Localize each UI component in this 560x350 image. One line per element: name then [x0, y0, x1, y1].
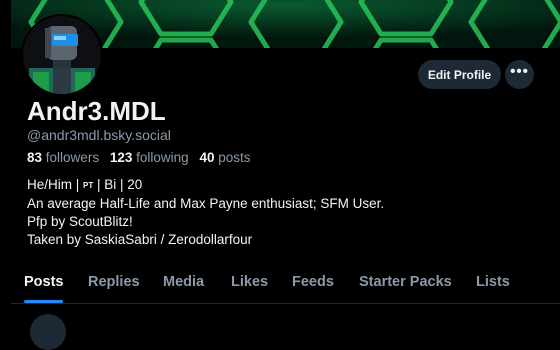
profile-stats: 83 followers 123 following 40 posts — [27, 150, 258, 166]
tab-media[interactable]: Media — [163, 274, 204, 290]
ellipsis-icon: ••• — [510, 63, 529, 80]
followers-count: 83 — [27, 150, 43, 165]
bio-pronouns: He/Him | — [27, 177, 84, 192]
profile-handle: @andr3mdl.bsky.social — [27, 127, 171, 143]
tab-lists[interactable]: Lists — [476, 274, 510, 290]
profile-avatar[interactable] — [21, 14, 103, 96]
bio-line: He/Him | PT | Bi | 20 — [27, 176, 384, 195]
bio-details: | Bi | 20 — [93, 177, 143, 192]
tab-starter-packs[interactable]: Starter Packs — [359, 274, 452, 290]
following-label: following — [136, 150, 189, 165]
following-count: 123 — [109, 150, 133, 165]
tab-posts[interactable]: Posts — [24, 274, 64, 290]
tab-likes[interactable]: Likes — [231, 274, 268, 290]
tab-feeds[interactable]: Feeds — [292, 274, 334, 290]
active-tab-indicator — [24, 300, 63, 303]
display-name: Andr3.MDL — [27, 96, 166, 126]
post-author-avatar[interactable] — [30, 314, 66, 350]
posts-count: 40 — [199, 150, 215, 165]
posts-label: posts — [218, 150, 251, 165]
posts-stat: 40 posts — [199, 150, 250, 165]
followers-link[interactable]: 83 followers — [27, 150, 99, 165]
edit-profile-button[interactable]: Edit Profile — [418, 60, 501, 89]
following-link[interactable]: 123 following — [110, 150, 189, 165]
bio-line: Taken by SaskiaSabri / Zerodollarfour — [27, 232, 253, 247]
more-options-button[interactable]: ••• — [505, 60, 534, 89]
followers-label: followers — [45, 150, 100, 165]
pt-badge: PT — [83, 181, 94, 190]
profile-tabs: Posts Replies Media Likes Feeds Starter … — [11, 263, 560, 304]
profile-bio: He/Him | PT | Bi | 20 An average Half-Li… — [27, 176, 384, 249]
tab-replies[interactable]: Replies — [88, 274, 140, 290]
bio-line: Pfp by ScoutBlitz! — [27, 214, 133, 229]
bio-line: An average Half-Life and Max Payne enthu… — [27, 196, 385, 211]
